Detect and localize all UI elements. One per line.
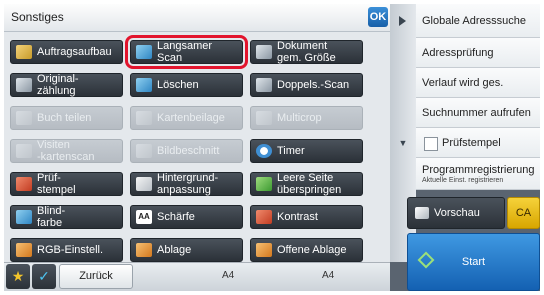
business-card-scan-icon bbox=[16, 144, 32, 158]
quick-file-icon bbox=[256, 243, 272, 257]
function-label: Visiten -kartenscan bbox=[37, 139, 95, 163]
function-label: Prüf- stempel bbox=[37, 172, 76, 196]
start-button[interactable]: Start bbox=[407, 233, 540, 291]
verification-stamp-button[interactable]: Prüf- stempel bbox=[10, 172, 123, 196]
global-address-search-item[interactable]: Globale Adresssuche bbox=[416, 4, 540, 38]
job-build-button[interactable]: Auftragsaufbau bbox=[10, 40, 123, 64]
mixed-size-original-button[interactable]: Dokument gem. Größe bbox=[250, 40, 363, 64]
paper-size-left: A4 bbox=[222, 270, 235, 281]
card-insert-icon bbox=[136, 111, 152, 125]
expand-arrow-icon[interactable] bbox=[399, 16, 406, 26]
menu-item-label: Prüfstempel bbox=[442, 136, 501, 149]
program-registration-label: Programmregistrierung bbox=[422, 163, 535, 176]
function-label: Langsamer Scan bbox=[157, 40, 213, 64]
ok-button[interactable]: OK bbox=[368, 7, 388, 27]
function-label: Blind- farbe bbox=[37, 205, 66, 229]
book-divide-button: Buch teilen bbox=[10, 106, 123, 130]
book-divide-icon bbox=[16, 111, 32, 125]
job-build-icon bbox=[16, 45, 32, 59]
contrast-icon bbox=[256, 210, 272, 224]
slow-scan-button[interactable]: Langsamer Scan bbox=[125, 35, 248, 69]
menu-item-label: Globale Adresssuche bbox=[422, 14, 526, 27]
filing-icon bbox=[136, 243, 152, 257]
rgb-adjust-icon bbox=[16, 243, 32, 257]
erase-icon bbox=[136, 78, 152, 92]
address-check-item[interactable]: Adressprüfung bbox=[416, 38, 540, 68]
verification-stamp-item[interactable]: Prüfstempel bbox=[416, 128, 540, 158]
multicrop-button: Multicrop bbox=[250, 106, 363, 130]
scroll-down-icon[interactable]: ▼ bbox=[396, 136, 410, 150]
background-adjust-icon bbox=[136, 177, 152, 191]
drop-out-color-button[interactable]: Blind- farbe bbox=[10, 205, 123, 229]
sharpness-button[interactable]: AA Schärfe bbox=[130, 205, 243, 229]
function-label: Ablage bbox=[157, 244, 192, 256]
preview-icon bbox=[415, 207, 429, 219]
header-bar: Sonstiges OK bbox=[4, 4, 390, 32]
history-item[interactable]: Verlauf wird ges. bbox=[416, 68, 540, 98]
image-crop-icon bbox=[136, 144, 152, 158]
copier-screen: Sonstiges OK Auftragsaufbau Langsamer Sca… bbox=[4, 4, 540, 291]
verification-stamp-checkbox[interactable] bbox=[424, 136, 438, 151]
function-label: Multicrop bbox=[277, 112, 322, 124]
duplex-scan-button[interactable]: Doppels.-Scan bbox=[250, 73, 363, 97]
search-number-item[interactable]: Suchnummer aufrufen bbox=[416, 98, 540, 128]
slow-scan-icon bbox=[136, 45, 152, 59]
program-registration-sub: Aktuelle Einst. registrieren bbox=[422, 176, 504, 184]
original-count-button[interactable]: Original- zählung bbox=[10, 73, 123, 97]
verification-stamp-icon bbox=[16, 177, 32, 191]
original-count-icon bbox=[16, 78, 32, 92]
filing-button[interactable]: Ablage bbox=[130, 238, 243, 262]
mixed-size-original-icon bbox=[256, 45, 272, 59]
menu-item-label: Programmregistrierung Aktuelle Einst. re… bbox=[422, 164, 534, 184]
page-title: Sonstiges bbox=[11, 10, 64, 24]
function-label: Kartenbeilage bbox=[157, 112, 225, 124]
function-label: Hintergrund- anpassung bbox=[157, 172, 219, 196]
confirm-settings-button[interactable]: ✓ bbox=[32, 264, 56, 289]
function-label: Auftragsaufbau bbox=[37, 46, 112, 58]
menu-item-label: Suchnummer aufrufen bbox=[422, 106, 531, 119]
function-label: Buch teilen bbox=[37, 112, 92, 124]
image-crop-button: Bildbeschnitt bbox=[130, 139, 243, 163]
contrast-button[interactable]: Kontrast bbox=[250, 205, 363, 229]
function-label: Timer bbox=[277, 145, 305, 157]
preview-button[interactable]: Vorschau bbox=[407, 197, 505, 229]
background-adjust-button[interactable]: Hintergrund- anpassung bbox=[130, 172, 243, 196]
function-label: Kontrast bbox=[277, 211, 318, 223]
preview-label: Vorschau bbox=[434, 207, 480, 219]
multicrop-icon bbox=[256, 111, 272, 125]
function-label: Original- zählung bbox=[37, 73, 79, 97]
function-label: Löschen bbox=[157, 79, 199, 91]
function-label: Leere Seite überspringen bbox=[277, 172, 342, 196]
start-label: Start bbox=[461, 256, 486, 268]
clear-all-button[interactable]: CA bbox=[507, 197, 540, 229]
function-label: Offene Ablage bbox=[277, 244, 347, 256]
favorites-button[interactable]: ★ bbox=[6, 264, 30, 289]
business-card-scan-button: Visiten -kartenscan bbox=[10, 139, 123, 163]
menu-item-label: Verlauf wird ges. bbox=[422, 76, 504, 89]
quick-file-button[interactable]: Offene Ablage bbox=[250, 238, 363, 262]
paper-size-right: A4 bbox=[322, 270, 335, 281]
duplex-scan-icon bbox=[256, 78, 272, 92]
drop-out-color-icon bbox=[16, 210, 32, 224]
erase-button[interactable]: Löschen bbox=[130, 73, 243, 97]
function-label: RGB-Einstell. bbox=[37, 244, 104, 256]
program-registration-item[interactable]: Programmregistrierung Aktuelle Einst. re… bbox=[416, 158, 540, 190]
function-label: Schärfe bbox=[157, 211, 195, 223]
back-button[interactable]: Zurück bbox=[59, 264, 133, 289]
sharpness-icon: AA bbox=[136, 210, 152, 224]
menu-item-label: Adressprüfung bbox=[422, 46, 494, 59]
card-insert-button: Kartenbeilage bbox=[130, 106, 243, 130]
star-icon: ★ bbox=[11, 268, 25, 284]
function-label: Doppels.-Scan bbox=[277, 79, 350, 91]
timer-button[interactable]: Timer bbox=[250, 139, 363, 163]
skip-blank-page-button[interactable]: Leere Seite überspringen bbox=[250, 172, 363, 196]
skip-blank-page-icon bbox=[256, 177, 272, 191]
function-label: Dokument gem. Größe bbox=[277, 40, 336, 64]
function-label: Bildbeschnitt bbox=[157, 145, 220, 157]
timer-icon bbox=[256, 144, 272, 158]
check-icon: ✓ bbox=[38, 268, 50, 284]
rgb-adjust-button[interactable]: RGB-Einstell. bbox=[10, 238, 123, 262]
function-grid: Auftragsaufbau Langsamer Scan Dokument gem… bbox=[4, 32, 390, 262]
